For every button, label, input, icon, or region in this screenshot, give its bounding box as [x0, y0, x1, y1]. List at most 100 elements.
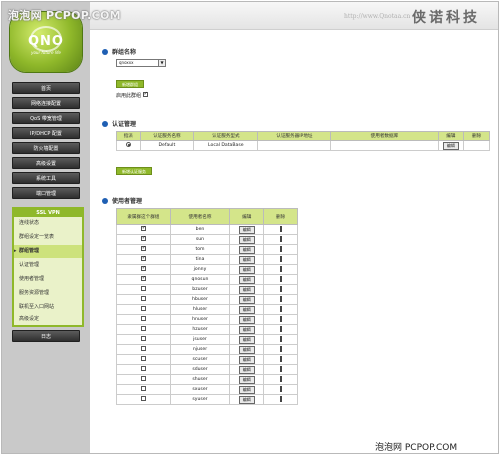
menu-network[interactable]: 网络连接配置	[12, 97, 80, 109]
user-row: tom 编辑	[116, 244, 298, 255]
user-delete-cell	[263, 364, 298, 375]
vpn-item-group-management[interactable]: 群组管理	[14, 245, 82, 258]
vpn-item-advanced-settings[interactable]: 高级设定	[14, 313, 82, 326]
user-delete-cell	[263, 224, 298, 235]
user-member-checkbox[interactable]	[140, 275, 146, 281]
menu-port-management[interactable]: 端口管理	[12, 187, 80, 199]
user-member-checkbox[interactable]	[140, 316, 146, 321]
auth-section-title: 认证管理	[102, 119, 136, 128]
user-edit-button[interactable]: 编辑	[238, 225, 255, 234]
user-member-checkbox[interactable]	[140, 396, 146, 401]
user-member-checkbox[interactable]	[140, 326, 146, 331]
delete-icon[interactable]	[279, 285, 282, 292]
vpn-item-user-management[interactable]: 使用者管理	[14, 273, 82, 286]
menu-ip-dhcp[interactable]: IP/DHCP 配置	[12, 127, 80, 139]
user-member-checkbox[interactable]	[140, 245, 146, 251]
vpn-item-connection-status[interactable]: 连线状态	[14, 217, 82, 230]
delete-icon[interactable]	[279, 395, 282, 402]
vpn-item-auth-management[interactable]: 认证管理	[14, 259, 82, 272]
user-name-cell: qnosun	[169, 274, 231, 285]
delete-icon[interactable]	[279, 265, 282, 272]
delete-icon[interactable]	[279, 375, 282, 382]
delete-icon[interactable]	[279, 275, 282, 282]
delete-icon[interactable]	[279, 345, 282, 352]
user-edit-button[interactable]: 编辑	[238, 365, 255, 374]
user-edit-button[interactable]: 编辑	[238, 335, 255, 344]
user-member-checkbox[interactable]	[140, 265, 146, 271]
user-edit-button[interactable]: 编辑	[238, 395, 255, 404]
auth-assign-radio[interactable]	[125, 142, 131, 147]
user-member-checkbox[interactable]	[140, 306, 146, 311]
delete-icon[interactable]	[279, 355, 282, 362]
user-name-cell: hbuser	[169, 294, 231, 305]
user-edit-button[interactable]: 编辑	[238, 255, 255, 264]
user-row: hbuser 编辑	[116, 294, 298, 305]
enable-group-checkbox[interactable]	[142, 91, 148, 97]
delete-icon[interactable]	[279, 315, 282, 322]
delete-icon[interactable]	[279, 325, 282, 332]
user-edit-button[interactable]: 编辑	[238, 265, 255, 274]
vpn-item-service-resources[interactable]: 服务资源管理	[14, 287, 82, 300]
user-member-checkbox[interactable]	[140, 286, 146, 291]
user-row: hnuser 编辑	[116, 314, 298, 325]
user-delete-cell	[263, 244, 298, 255]
user-edit-button[interactable]: 编辑	[238, 345, 255, 354]
user-edit-cell: 编辑	[229, 274, 265, 285]
user-edit-button[interactable]: 编辑	[238, 235, 255, 244]
enable-group-label: 启用此群组	[116, 93, 142, 99]
menu-firewall[interactable]: 防火墙配置	[12, 142, 80, 154]
delete-icon[interactable]	[279, 235, 282, 242]
user-edit-button[interactable]: 编辑	[238, 325, 255, 334]
user-member-checkbox[interactable]	[140, 255, 146, 261]
user-row: syuser 编辑	[116, 394, 298, 405]
menu-advanced[interactable]: 高级设置	[12, 157, 80, 169]
user-member-checkbox[interactable]	[140, 336, 146, 341]
user-member-checkbox[interactable]	[140, 366, 146, 371]
user-member-cell	[116, 224, 171, 235]
user-member-checkbox[interactable]	[140, 386, 146, 391]
user-member-checkbox[interactable]	[140, 356, 146, 361]
user-member-checkbox[interactable]	[140, 376, 146, 381]
delete-icon[interactable]	[279, 305, 282, 312]
delete-icon[interactable]	[279, 245, 282, 252]
user-edit-button[interactable]: 编辑	[238, 315, 255, 324]
user-edit-cell: 编辑	[229, 294, 265, 305]
menu-log[interactable]: 日志	[12, 330, 80, 342]
delete-icon[interactable]	[279, 295, 282, 302]
add-auth-button[interactable]: 新增认证服务	[116, 167, 152, 175]
auth-edit-button[interactable]: 编辑	[442, 141, 459, 150]
delete-icon[interactable]	[279, 255, 282, 262]
user-edit-button[interactable]: 编辑	[238, 305, 255, 314]
user-name-cell: scuser	[169, 354, 231, 365]
auth-db-cell	[330, 140, 439, 151]
delete-icon[interactable]	[279, 385, 282, 392]
user-edit-button[interactable]: 编辑	[238, 245, 255, 254]
user-edit-button[interactable]: 编辑	[238, 355, 255, 364]
user-member-cell	[116, 234, 171, 245]
menu-home[interactable]: 首页	[12, 82, 80, 94]
auth-ip-cell	[257, 140, 332, 151]
add-group-button[interactable]: 新增群组	[116, 80, 144, 88]
user-member-checkbox[interactable]	[140, 235, 146, 241]
user-member-checkbox[interactable]	[140, 225, 146, 231]
user-member-cell	[116, 264, 171, 275]
user-member-checkbox[interactable]	[140, 346, 146, 351]
ssl-vpn-header: SSL VPN	[14, 209, 82, 217]
menu-qos[interactable]: QoS 带宽管理	[12, 112, 80, 124]
user-edit-button[interactable]: 编辑	[238, 375, 255, 384]
delete-icon[interactable]	[279, 335, 282, 342]
user-name-cell: syuser	[169, 394, 231, 405]
user-name-cell: sxuser	[169, 384, 231, 395]
group-select[interactable]: qnoxxx ▼	[116, 59, 166, 67]
menu-system-tools[interactable]: 系统工具	[12, 172, 80, 184]
user-edit-button[interactable]: 编辑	[238, 295, 255, 304]
vpn-item-group-list[interactable]: 群组设定一览表	[14, 231, 82, 244]
user-member-checkbox[interactable]	[140, 296, 146, 301]
user-edit-button[interactable]: 编辑	[238, 275, 255, 284]
delete-icon[interactable]	[279, 365, 282, 372]
user-edit-button[interactable]: 编辑	[238, 385, 255, 394]
user-edit-button[interactable]: 编辑	[238, 285, 255, 294]
user-delete-cell	[263, 334, 298, 345]
delete-icon[interactable]	[279, 225, 282, 232]
user-edit-cell: 编辑	[229, 334, 265, 345]
